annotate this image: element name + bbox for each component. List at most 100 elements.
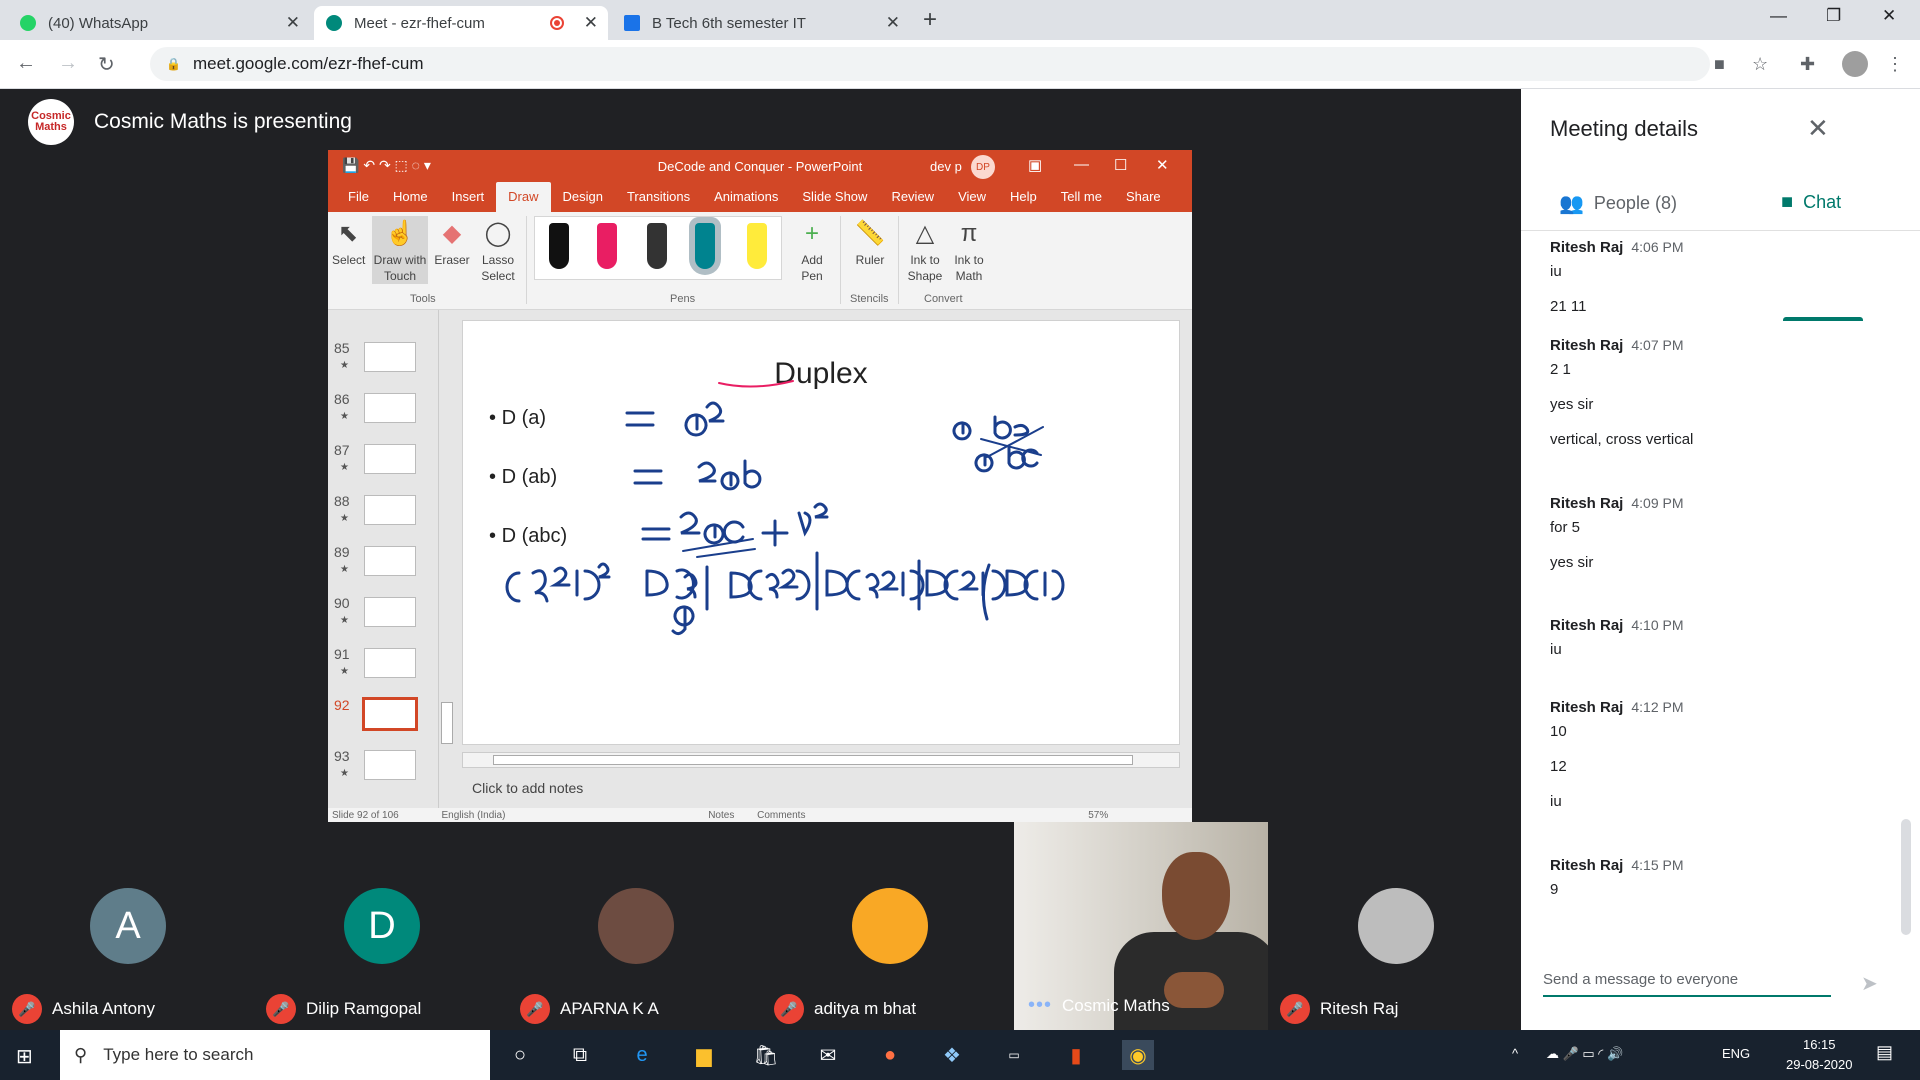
close-panel-icon[interactable]: ✕ bbox=[1807, 113, 1829, 144]
chat-scrollbar[interactable] bbox=[1901, 819, 1911, 935]
close-tab-icon[interactable]: ✕ bbox=[286, 13, 300, 33]
minimize-icon[interactable]: — bbox=[1770, 6, 1787, 26]
comments-toggle[interactable]: Comments bbox=[757, 810, 805, 821]
add-pen-button[interactable]: + Add Pen bbox=[792, 216, 832, 284]
draw-with-touch-tool[interactable]: ☝ Draw with Touch bbox=[372, 216, 428, 284]
participant-tile[interactable]: 🎤 Ritesh Raj bbox=[1268, 822, 1522, 1030]
cortana-icon[interactable]: ○ bbox=[504, 1040, 536, 1070]
ruler-button[interactable]: 📏 Ruler bbox=[848, 216, 892, 268]
tab-insert[interactable]: Insert bbox=[440, 189, 497, 212]
firefox-icon[interactable]: ● bbox=[874, 1040, 906, 1070]
forward-icon[interactable]: → bbox=[58, 52, 78, 75]
select-tool[interactable]: ⬉ Select bbox=[332, 216, 365, 268]
participant-tile[interactable]: 🎤 APARNA K A bbox=[508, 822, 762, 1030]
tab-transitions[interactable]: Transitions bbox=[615, 189, 702, 212]
scroll-thumb[interactable] bbox=[441, 702, 453, 744]
tab-slide-show[interactable]: Slide Show bbox=[790, 189, 879, 212]
notes-pane[interactable]: Click to add notes bbox=[462, 772, 1180, 802]
tab-animations[interactable]: Animations bbox=[702, 189, 790, 212]
tab-chat[interactable]: ■ Chat bbox=[1781, 191, 1841, 214]
slide-thumb[interactable]: 91 ★ bbox=[334, 646, 452, 688]
close-tab-icon[interactable]: ✕ bbox=[584, 13, 598, 33]
url-field[interactable]: 🔒 meet.google.com/ezr-fhef-cum bbox=[150, 47, 1710, 81]
slide-thumb[interactable]: 89 ★ bbox=[334, 544, 452, 586]
notes-toggle[interactable]: Notes bbox=[708, 810, 734, 821]
office-icon[interactable]: ▮ bbox=[1060, 1040, 1092, 1070]
windows-start-icon[interactable]: ⊞ bbox=[16, 1044, 33, 1069]
participant-tile[interactable]: 🎤 aditya m bhat bbox=[762, 822, 1016, 1030]
tab-whatsapp[interactable]: (40) WhatsApp ✕ bbox=[8, 6, 310, 40]
participant-tile[interactable]: D 🎤 Dilip Ramgopal bbox=[254, 822, 508, 1030]
star-icon[interactable]: ☆ bbox=[1752, 54, 1768, 75]
new-tab-icon[interactable]: + bbox=[923, 6, 937, 34]
edge-icon[interactable]: e bbox=[626, 1040, 658, 1070]
close-window-icon[interactable]: ✕ bbox=[1882, 6, 1896, 26]
participant-tile[interactable]: A 🎤 Ashila Antony bbox=[0, 822, 254, 1030]
slide-horizontal-scrollbar[interactable] bbox=[462, 752, 1180, 768]
close-icon[interactable]: ✕ bbox=[1156, 156, 1169, 174]
mail-icon[interactable]: ✉ bbox=[812, 1040, 844, 1070]
store-icon[interactable]: 🛍 bbox=[750, 1040, 782, 1070]
tab-people[interactable]: 👥 People (8) bbox=[1559, 191, 1677, 216]
tab-help[interactable]: Help bbox=[998, 189, 1049, 212]
extensions-icon[interactable]: ✚ bbox=[1800, 54, 1815, 75]
chrome-icon[interactable]: ◉ bbox=[1122, 1040, 1154, 1070]
lasso-select-tool[interactable]: ◯ Lasso Select bbox=[476, 216, 520, 284]
taskbar-search[interactable]: ⚲ Type here to search bbox=[60, 1030, 490, 1080]
tab-draw[interactable]: Draw bbox=[496, 182, 551, 212]
restore-icon[interactable]: ❐ bbox=[1826, 6, 1841, 26]
pink-pen[interactable] bbox=[597, 223, 617, 269]
maximize-icon[interactable]: ☐ bbox=[1114, 156, 1127, 174]
notifications-icon[interactable]: ▤ bbox=[1876, 1042, 1893, 1063]
chat-input[interactable]: Send a message to everyone bbox=[1543, 967, 1831, 997]
yellow-highlighter[interactable] bbox=[747, 223, 767, 269]
language-indicator[interactable]: ENG bbox=[1722, 1046, 1750, 1061]
thumbnail-scrollbar[interactable] bbox=[438, 310, 454, 808]
clock[interactable]: 16:15 29-08-2020 bbox=[1786, 1035, 1853, 1075]
tab-home[interactable]: Home bbox=[381, 189, 440, 212]
camera-icon[interactable]: ■ bbox=[1714, 54, 1725, 75]
tab-btech[interactable]: B Tech 6th semester IT ✕ bbox=[612, 6, 910, 40]
close-tab-icon[interactable]: ✕ bbox=[886, 13, 900, 33]
meet-icon bbox=[326, 15, 342, 31]
tab-view[interactable]: View bbox=[946, 189, 998, 212]
slide-thumb[interactable]: 88 ★ bbox=[334, 493, 452, 535]
menu-icon[interactable]: ⋮ bbox=[1886, 54, 1904, 75]
ribbon-display-icon[interactable]: ▣ bbox=[1028, 156, 1042, 174]
minimize-icon[interactable]: — bbox=[1074, 156, 1089, 173]
zoom-level[interactable]: 57% bbox=[1088, 810, 1108, 821]
share-button[interactable]: Share bbox=[1114, 189, 1173, 212]
slide-thumb[interactable]: 86 ★ bbox=[334, 391, 452, 433]
tab-file[interactable]: File bbox=[336, 189, 381, 212]
ppt-user-avatar[interactable]: DP bbox=[971, 155, 995, 179]
scroll-thumb[interactable] bbox=[493, 755, 1133, 765]
black-pen[interactable] bbox=[549, 223, 569, 269]
ink-to-shape-button[interactable]: △ Ink to Shape bbox=[904, 216, 946, 284]
cosmic-maths-logo: Cosmic Maths bbox=[28, 99, 74, 145]
dropbox-icon[interactable]: ❖ bbox=[936, 1040, 968, 1070]
current-slide[interactable]: Duplex • D (a) • D (ab) • D (abc) bbox=[462, 320, 1180, 745]
slide-thumb[interactable]: 85 ★ bbox=[334, 340, 452, 382]
gray-pen[interactable] bbox=[647, 223, 667, 269]
profile-avatar[interactable] bbox=[1842, 51, 1868, 77]
task-view-icon[interactable]: ⧉ bbox=[564, 1040, 596, 1070]
tab-meet[interactable]: Meet - ezr-fhef-cum ✕ bbox=[314, 6, 608, 40]
tab-design[interactable]: Design bbox=[551, 189, 615, 212]
tell-me-box[interactable]: Tell me bbox=[1049, 189, 1114, 212]
slide-thumb[interactable]: 87 ★ bbox=[334, 442, 452, 484]
eraser-tool[interactable]: ◆ Eraser bbox=[432, 216, 472, 268]
reload-icon[interactable]: ↻ bbox=[98, 52, 115, 77]
send-icon[interactable]: ➤ bbox=[1861, 971, 1878, 996]
teal-pen-selected[interactable] bbox=[695, 223, 715, 269]
slide-thumb[interactable]: 90 ★ bbox=[334, 595, 452, 637]
amazon-icon[interactable]: ▭ bbox=[998, 1040, 1030, 1070]
file-explorer-icon[interactable]: ▆ bbox=[688, 1040, 720, 1070]
tab-review[interactable]: Review bbox=[879, 189, 946, 212]
presenter-video[interactable]: ••• Cosmic Maths bbox=[1014, 822, 1268, 1030]
tray-icons[interactable]: ☁ 🎤 ▭ ◜ 🔊 bbox=[1546, 1046, 1623, 1062]
ink-to-math-button[interactable]: π Ink to Math bbox=[948, 216, 990, 284]
tray-arrow-icon[interactable]: ^ bbox=[1512, 1046, 1518, 1061]
slide-thumb-current[interactable]: 92 bbox=[334, 697, 452, 739]
slide-thumb[interactable]: 93 ★ bbox=[334, 748, 452, 790]
back-icon[interactable]: ← bbox=[16, 52, 36, 75]
